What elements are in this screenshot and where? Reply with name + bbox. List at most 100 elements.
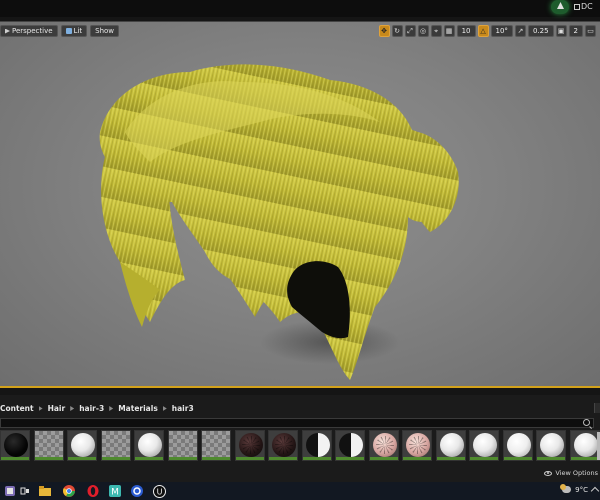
- chevron-down-icon: [5, 28, 10, 34]
- perspective-button[interactable]: Perspective: [0, 25, 58, 37]
- rotate-mode-icon[interactable]: ↻: [391, 25, 403, 37]
- asset-tile[interactable]: [234, 430, 265, 461]
- material-preview-sphere: [4, 433, 28, 457]
- surface-snap-icon[interactable]: ⌖: [430, 25, 442, 37]
- asset-tile[interactable]: [134, 430, 164, 461]
- top-right-label[interactable]: DC: [581, 2, 593, 11]
- weather-icon[interactable]: [560, 484, 572, 493]
- task-view-icon[interactable]: [18, 484, 32, 498]
- material-preview-sphere: [372, 433, 397, 457]
- asset-tile[interactable]: [536, 430, 566, 461]
- scale-mode-icon[interactable]: ⤢: [404, 25, 416, 37]
- asset-tile[interactable]: [502, 430, 533, 461]
- ue-account-icon[interactable]: [551, 0, 569, 14]
- chrome-icon[interactable]: [62, 484, 76, 498]
- asset-tile[interactable]: [201, 430, 231, 461]
- view-options-label: View Options: [555, 469, 598, 477]
- editor-title-bar: DC: [0, 0, 600, 17]
- breadcrumb-hair3[interactable]: hair3: [172, 404, 194, 413]
- asset-tile[interactable]: [33, 430, 64, 461]
- breadcrumb-separator-icon[interactable]: [38, 406, 43, 411]
- grid-snap-icon[interactable]: ▦: [443, 25, 455, 37]
- asset-type-color-bar: [470, 457, 498, 460]
- lit-sphere-icon: [65, 28, 72, 34]
- material-preview-sphere: [339, 433, 363, 457]
- asset-type-color-bar: [135, 457, 163, 460]
- asset-type-color-bar: [570, 457, 599, 460]
- asset-type-color-bar: [101, 457, 130, 460]
- world-local-icon[interactable]: ◎: [417, 25, 429, 37]
- breadcrumb-materials[interactable]: Materials: [118, 404, 158, 413]
- c4d-icon[interactable]: [130, 484, 144, 498]
- temperature-label[interactable]: 9°C: [575, 486, 588, 494]
- asset-tile[interactable]: [469, 430, 499, 461]
- asset-type-color-bar: [436, 457, 465, 460]
- asset-type-color-bar: [302, 457, 331, 460]
- hair-model[interactable]: [0, 22, 600, 389]
- breadcrumb-hair-3[interactable]: hair-3: [79, 404, 104, 413]
- asset-tile-strip: [0, 430, 600, 465]
- scale-snap-icon[interactable]: ↗: [514, 25, 526, 37]
- opera-icon[interactable]: [86, 484, 100, 498]
- asset-tile[interactable]: [67, 430, 97, 461]
- material-preview-sphere: [138, 433, 162, 457]
- history-forward-button[interactable]: [594, 403, 600, 413]
- level-viewport[interactable]: Perspective Lit Show ✥ ↻ ⤢ ◎ ⌖ ▦ 10 △ 10…: [0, 21, 600, 388]
- unreal-engine-icon[interactable]: U: [152, 484, 166, 498]
- windows-taskbar: M U 9°C: [0, 482, 600, 500]
- material-preview-sphere: [506, 433, 531, 457]
- maximize-viewport-icon[interactable]: ▭: [585, 25, 596, 37]
- material-preview-sphere: [305, 433, 330, 457]
- breadcrumb-hair[interactable]: Hair: [48, 404, 66, 413]
- material-preview-sphere: [540, 433, 564, 457]
- asset-tile[interactable]: [335, 430, 365, 461]
- file-explorer-icon[interactable]: [38, 484, 52, 498]
- search-assets-input[interactable]: [0, 418, 594, 428]
- view-options-button[interactable]: View Options: [544, 469, 598, 477]
- asset-tile[interactable]: [402, 430, 432, 461]
- breadcrumb-separator-icon[interactable]: [70, 406, 75, 411]
- asset-type-color-bar: [235, 457, 264, 460]
- material-preview-sphere: [439, 433, 464, 457]
- material-preview-sphere: [406, 433, 430, 457]
- asset-tile[interactable]: [268, 430, 298, 461]
- asset-type-color-bar: [34, 457, 63, 460]
- rotation-snap-value[interactable]: 10°: [490, 25, 513, 37]
- show-button[interactable]: Show: [90, 25, 120, 37]
- asset-type-color-bar: [168, 457, 197, 460]
- grid-snap-value[interactable]: 10: [456, 25, 476, 37]
- translate-mode-icon[interactable]: ✥: [378, 25, 390, 37]
- breadcrumb-content[interactable]: Content: [0, 404, 34, 413]
- system-tray: 9°C: [560, 484, 600, 496]
- scale-snap-value[interactable]: 0.25: [527, 25, 554, 37]
- material-preview-sphere: [573, 433, 598, 457]
- asset-type-color-bar: [68, 457, 96, 460]
- asset-tile[interactable]: [435, 430, 466, 461]
- search-icon[interactable]: [583, 419, 590, 426]
- material-preview-sphere: [272, 433, 296, 457]
- camera-speed-icon[interactable]: ▣: [555, 25, 567, 37]
- asset-tile[interactable]: [0, 430, 30, 461]
- chevron-up-icon[interactable]: [590, 486, 600, 496]
- start-menu-icon[interactable]: [3, 484, 17, 498]
- asset-tile[interactable]: [301, 430, 332, 461]
- rotation-snap-icon[interactable]: △: [477, 25, 489, 37]
- layout-icon[interactable]: [574, 4, 580, 10]
- asset-tile[interactable]: [569, 430, 600, 461]
- svg-text:M: M: [111, 488, 119, 498]
- asset-type-color-bar: [336, 457, 364, 460]
- asset-type-color-bar: [369, 457, 398, 460]
- material-preview-sphere: [473, 433, 497, 457]
- maya-icon[interactable]: M: [108, 484, 122, 498]
- asset-tile[interactable]: [368, 430, 399, 461]
- lit-label: Lit: [73, 27, 83, 35]
- show-label: Show: [95, 27, 115, 35]
- breadcrumb-separator-icon[interactable]: [162, 406, 167, 411]
- camera-speed-value[interactable]: 2: [568, 25, 583, 37]
- breadcrumb-separator-icon[interactable]: [109, 406, 114, 411]
- asset-type-color-bar: [503, 457, 532, 460]
- asset-tile[interactable]: [100, 430, 131, 461]
- unreal-editor-window: DC Perspective Lit Show ✥ ↻ ⤢ ◎ ⌖ ▦ 10 △…: [0, 0, 600, 500]
- lit-mode-button[interactable]: Lit: [60, 25, 88, 37]
- asset-tile[interactable]: [167, 430, 198, 461]
